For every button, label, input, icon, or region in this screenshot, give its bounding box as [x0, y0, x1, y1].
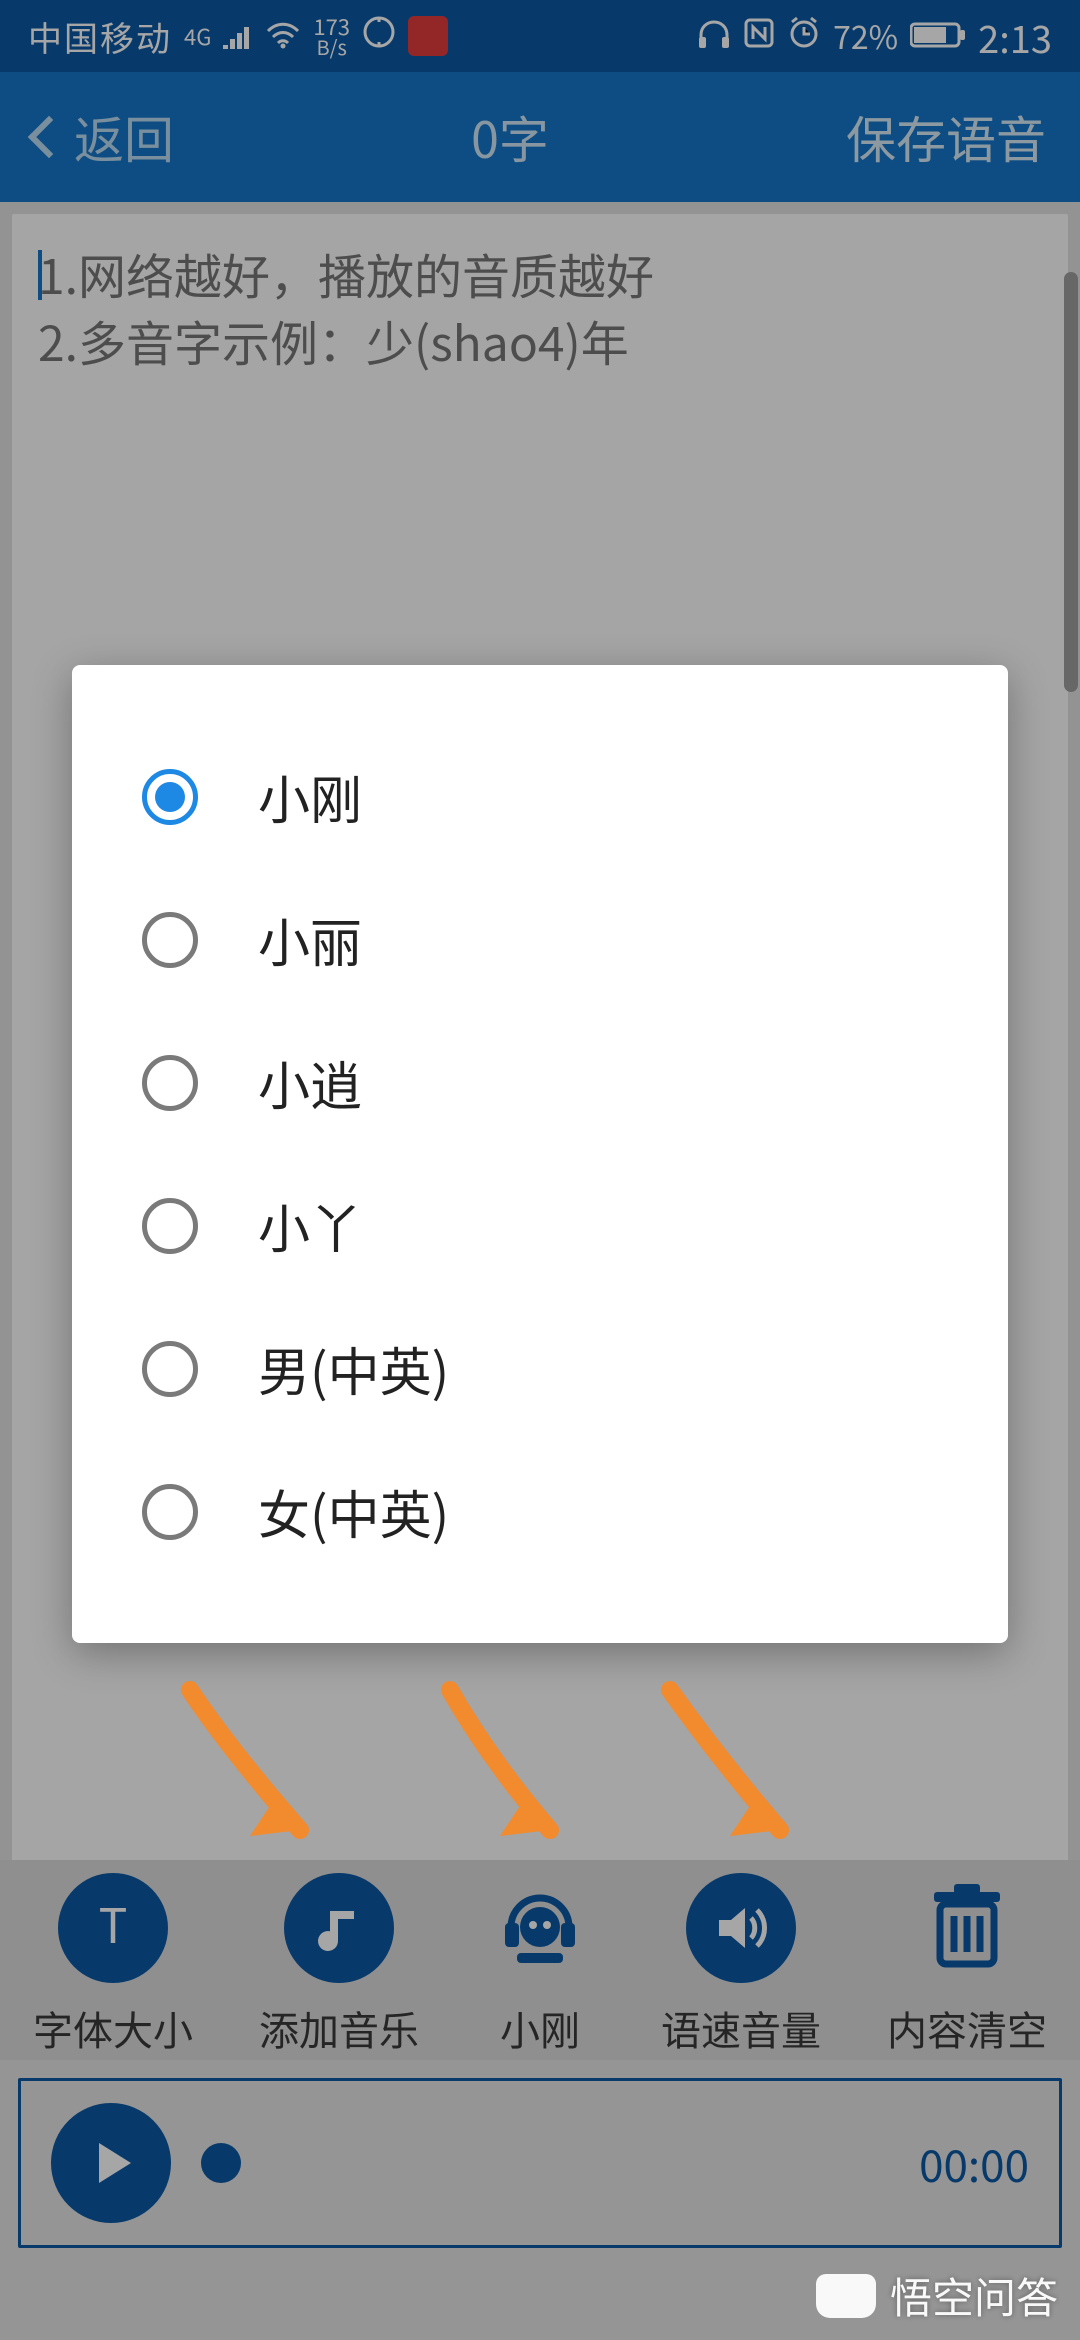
- radio-icon: [142, 1198, 198, 1254]
- voice-option-label: 男(中英): [258, 1331, 449, 1406]
- watermark-logo-icon: [816, 2274, 876, 2318]
- radio-icon: [142, 912, 198, 968]
- voice-option-label: 小丽: [258, 902, 362, 977]
- voice-option-label: 小逍: [258, 1045, 362, 1120]
- annotation-arrow-1: [170, 1670, 350, 1870]
- radio-icon: [142, 1484, 198, 1540]
- voice-option-4[interactable]: 男(中英): [132, 1297, 958, 1440]
- radio-icon: [142, 1055, 198, 1111]
- voice-option-label: 女(中英): [258, 1474, 449, 1549]
- screen: 中国移动 4G 173 B/s: [0, 0, 1080, 2340]
- voice-option-2[interactable]: 小逍: [132, 1011, 958, 1154]
- watermark-text: 悟空问答: [890, 2265, 1058, 2326]
- annotation-arrow-3: [640, 1670, 820, 1870]
- voice-option-3[interactable]: 小丫: [132, 1154, 958, 1297]
- radio-icon: [142, 769, 198, 825]
- voice-option-1[interactable]: 小丽: [132, 868, 958, 1011]
- voice-option-5[interactable]: 女(中英): [132, 1440, 958, 1583]
- radio-icon: [142, 1341, 198, 1397]
- watermark: 悟空问答: [816, 2265, 1058, 2326]
- annotation-arrow-2: [420, 1670, 600, 1870]
- voice-option-0[interactable]: 小刚: [132, 725, 958, 868]
- voice-option-label: 小丫: [258, 1188, 362, 1263]
- voice-select-dialog: 小刚 小丽 小逍 小丫 男(中英) 女(中英): [72, 665, 1008, 1643]
- voice-option-label: 小刚: [258, 759, 362, 834]
